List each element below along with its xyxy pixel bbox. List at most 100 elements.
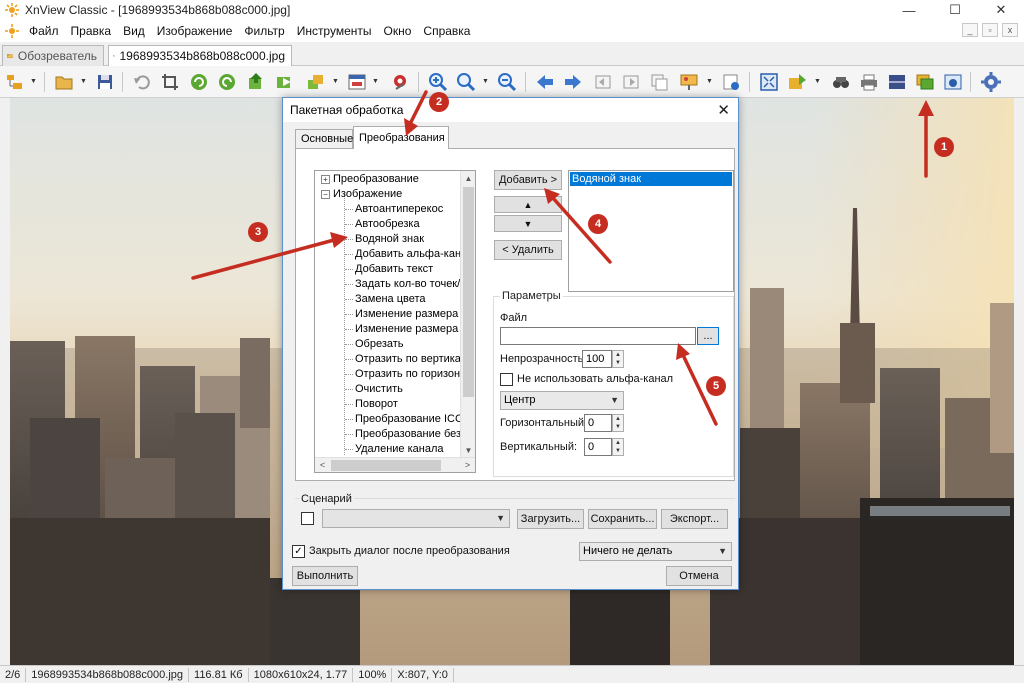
tree-item-replace-color[interactable]: Замена цвета [355, 292, 426, 307]
scanner-icon[interactable] [886, 71, 908, 93]
no-alpha-checkbox[interactable] [500, 373, 513, 386]
browser-icon[interactable] [4, 71, 26, 93]
open-folder-icon[interactable] [53, 71, 75, 93]
zoom-fit-icon[interactable] [455, 71, 477, 93]
slideshow-dropdown-icon[interactable]: ▼ [706, 78, 713, 85]
browser-dropdown-icon[interactable]: ▼ [30, 78, 37, 85]
prev-page-icon[interactable] [592, 71, 614, 93]
menu-tools[interactable]: Инструменты [291, 24, 378, 38]
save-scenario-button[interactable]: Сохранить... [588, 509, 657, 529]
mdi-minimize-button[interactable]: _ [962, 23, 978, 37]
dialog-close-button[interactable]: ✕ [717, 101, 730, 119]
zoom-out-icon[interactable] [496, 71, 518, 93]
tree-item-set-dpi[interactable]: Задать кол-во точек/дюйм [355, 277, 475, 292]
tree-vertical-scrollbar[interactable]: ▲ ▼ [460, 171, 475, 458]
convert-icon[interactable] [786, 71, 808, 93]
print-icon[interactable] [858, 71, 880, 93]
back-icon[interactable] [534, 71, 556, 93]
scroll-down-icon[interactable]: ▼ [461, 443, 475, 458]
scroll-right-icon[interactable]: > [460, 458, 475, 472]
scenario-checkbox[interactable] [301, 512, 314, 525]
tree-item-remove-channel[interactable]: Удаление канала [355, 442, 444, 457]
export-scenario-button[interactable]: Экспорт... [661, 509, 728, 529]
scenario-select[interactable]: ▼ [322, 509, 510, 528]
transformations-tree[interactable]: + Преобразование − Изображение Автоантип… [314, 170, 476, 473]
tree-item-clear[interactable]: Очистить [355, 382, 403, 397]
compare-icon[interactable] [830, 71, 852, 93]
tab-basic[interactable]: Основные [295, 129, 353, 148]
tree-item-flip-horizontal[interactable]: Отразить по горизонтали [355, 367, 475, 382]
menu-file[interactable]: Файл [23, 24, 65, 38]
cancel-button[interactable]: Отмена [666, 566, 732, 586]
menu-image[interactable]: Изображение [151, 24, 239, 38]
close-window-button[interactable]: ✕ [978, 0, 1024, 20]
minimize-button[interactable]: — [886, 0, 932, 20]
tree-item-rotate[interactable]: Поворот [355, 397, 398, 412]
info-icon[interactable] [720, 71, 742, 93]
tab-image[interactable]: 1968993534b868b088c000.jpg [108, 45, 292, 66]
capture-icon[interactable] [942, 71, 964, 93]
menu-view[interactable]: Вид [117, 24, 151, 38]
maximize-button[interactable]: ☐ [932, 0, 978, 20]
tab-browser[interactable]: Обозреватель [2, 45, 104, 66]
export-icon[interactable] [245, 71, 267, 93]
xnview-menu-icon[interactable] [5, 24, 19, 38]
crop-icon[interactable] [159, 71, 181, 93]
tree-item-canvas-resize[interactable]: Изменение размера холста [355, 322, 475, 337]
opacity-stepper[interactable]: ▲ ▼ [612, 350, 624, 368]
tree-item-add-alpha[interactable]: Добавить альфа-канал [355, 247, 474, 262]
tree-item-resize[interactable]: Изменение размера [355, 307, 458, 322]
copy-icon[interactable] [648, 71, 670, 93]
forward-icon[interactable] [562, 71, 584, 93]
rotate-right-icon[interactable] [216, 71, 238, 93]
tree-item-add-text[interactable]: Добавить текст [355, 262, 433, 277]
vertical-offset-input[interactable]: 0 [584, 438, 612, 456]
menu-help[interactable]: Справка [417, 24, 476, 38]
horizontal-offset-input[interactable]: 0 [584, 414, 612, 432]
scroll-left-icon[interactable]: < [315, 458, 330, 472]
after-action-select[interactable]: Ничего не делать ▼ [579, 542, 732, 561]
menu-filter[interactable]: Фильтр [238, 24, 290, 38]
rotate-left-icon[interactable] [188, 71, 210, 93]
selected-transform-item[interactable]: Водяной знак [570, 172, 732, 186]
mdi-close-button[interactable]: x [1002, 23, 1018, 37]
save-icon[interactable] [94, 71, 116, 93]
tree-item-lossless[interactable]: Преобразование без потерь [355, 427, 475, 442]
watermark-file-input[interactable] [500, 327, 696, 345]
run-button[interactable]: Выполнить [292, 566, 358, 586]
tree-hscroll-thumb[interactable] [331, 460, 441, 471]
slideshow-icon[interactable] [678, 71, 700, 93]
close-after-checkbox[interactable]: ✓ [292, 545, 305, 558]
convert-dropdown-icon[interactable]: ▼ [814, 78, 821, 85]
horizontal-stepper[interactable]: ▲ ▼ [612, 414, 624, 432]
settings-icon[interactable] [980, 71, 1002, 93]
remove-transform-button[interactable]: < Удалить [494, 240, 562, 260]
layers-dropdown-icon[interactable]: ▼ [332, 78, 339, 85]
expand-transform-icon[interactable]: + [321, 175, 330, 184]
effects-icon[interactable] [389, 71, 411, 93]
tree-item-flip-vertical[interactable]: Отразить по вертикали [355, 352, 473, 367]
undo-icon[interactable] [131, 71, 153, 93]
tree-item-autodeskew[interactable]: Автоантиперекос [355, 202, 443, 217]
adjust-icon[interactable] [346, 71, 368, 93]
load-scenario-button[interactable]: Загрузить... [517, 509, 584, 529]
adjust-dropdown-icon[interactable]: ▼ [372, 78, 379, 85]
mdi-restore-button[interactable]: ▫ [982, 23, 998, 37]
scroll-up-icon[interactable]: ▲ [461, 171, 475, 186]
tree-node-transform[interactable]: Преобразование [333, 172, 419, 187]
move-up-button[interactable]: ▲ [494, 196, 562, 213]
move-icon[interactable] [273, 71, 295, 93]
move-down-button[interactable]: ▼ [494, 215, 562, 232]
opacity-input[interactable]: 100 [582, 350, 612, 368]
tree-item-watermark[interactable]: Водяной знак [355, 232, 424, 247]
fullscreen-icon[interactable] [758, 71, 780, 93]
menu-window[interactable]: Окно [378, 24, 418, 38]
next-page-icon[interactable] [620, 71, 642, 93]
tree-horizontal-scrollbar[interactable]: < > [315, 457, 475, 472]
browse-file-button[interactable]: ... [697, 327, 719, 345]
zoom-dropdown-icon[interactable]: ▼ [482, 78, 489, 85]
tree-scroll-thumb[interactable] [463, 187, 474, 397]
position-select[interactable]: Центр ▼ [500, 391, 624, 410]
menu-edit[interactable]: Правка [65, 24, 118, 38]
zoom-in-icon[interactable] [427, 71, 449, 93]
